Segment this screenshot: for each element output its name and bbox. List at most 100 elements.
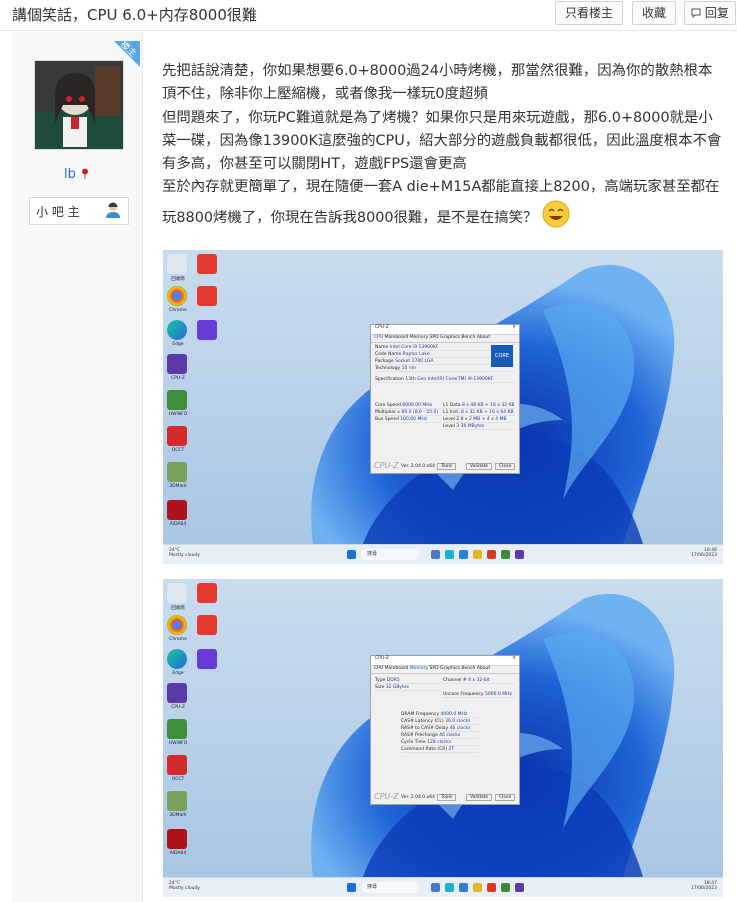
tab-spd[interactable]: SPD [430, 335, 439, 340]
weather-widget[interactable]: 24°C Mostly cloudy [169, 881, 200, 891]
taskbar-search[interactable]: 搜尋 [361, 882, 419, 893]
taskbar-app-icon[interactable] [515, 550, 524, 559]
cpuz-version: Ver. 2.04.0.x64 [401, 464, 435, 469]
taskbar-app-icon[interactable] [431, 883, 440, 892]
timing-row: Cycle Time 128 clocks [401, 740, 479, 746]
cpuz-window[interactable]: CPU-Z ✕ CPU Mainboard Memory SPD Graphics… [370, 324, 520, 474]
screenshot-cpu-tab[interactable]: 回收筒 Chrome Edge CPU-Z HWiNFO OCCT 3DMark… [163, 250, 723, 564]
author-name[interactable]: lb [12, 167, 142, 182]
taskbar-clock: 18:47 17/06/2023 [691, 881, 717, 891]
desktop-icon-label: Chrome [169, 308, 187, 313]
tools-button[interactable]: Tools [437, 463, 457, 470]
occt-icon[interactable] [167, 755, 187, 775]
avatar[interactable] [34, 60, 124, 150]
tab-memory[interactable]: Memory [410, 335, 428, 340]
validate-button[interactable]: Validate [466, 794, 493, 801]
cpuz-brand: CPU-Z [374, 792, 399, 801]
post-paragraph: 至於內存就更簡單了，現在隨便一套A die+M15A都能直接上8200，高端玩家… [162, 179, 720, 228]
tab-graphics[interactable]: Graphics [440, 666, 460, 671]
edge-icon[interactable] [167, 649, 187, 669]
tab-cpu[interactable]: CPU [374, 335, 383, 340]
validate-button[interactable]: Validate [466, 463, 493, 470]
taskbar: 24°C Mostly cloudy 搜尋 18:47 17/06/2023 [163, 877, 723, 897]
pdf-icon[interactable] [197, 583, 217, 603]
taskbar-app-icon[interactable] [473, 883, 482, 892]
chrome-icon[interactable] [167, 286, 187, 306]
taskbar-app-icon[interactable] [487, 550, 496, 559]
avatar-image [35, 61, 123, 149]
screenshot-memory-tab[interactable]: 回收筒 Chrome Edge CPU-Z HWiNFO OCCT 3DMark… [163, 579, 723, 897]
recycle-bin-icon[interactable] [167, 583, 187, 603]
asus-icon[interactable] [197, 320, 217, 340]
role-tag[interactable]: 小 吧 主 [29, 197, 129, 225]
close-button[interactable]: Close [495, 463, 516, 470]
taskbar-app-icon[interactable] [473, 550, 482, 559]
tab-bench[interactable]: Bench [461, 335, 475, 340]
field-row: Channel # 4 x 32-bit [443, 678, 515, 684]
timing-row: RAS# to CAS# Delay 46 clocks [401, 726, 479, 732]
author-name-text: lb [63, 167, 76, 182]
start-icon[interactable] [347, 883, 356, 892]
asus-icon[interactable] [197, 649, 217, 669]
edge-icon[interactable] [167, 320, 187, 340]
post-paragraph: 但問題來了，你玩PC難道就是為了烤機？如果你只是用來玩遊戲，那6.0+8000就… [162, 109, 722, 173]
cpuz-desktop-icon[interactable] [167, 683, 187, 703]
aida64-icon[interactable] [167, 500, 187, 520]
hwinfo-icon[interactable] [167, 719, 187, 739]
only-op-button[interactable]: 只看楼主 [555, 1, 623, 25]
intel-core-logo: CORE [491, 345, 513, 367]
laugh-emoji-icon [542, 200, 570, 228]
recycle-bin-icon[interactable] [167, 254, 187, 274]
taskbar-app-icon[interactable] [459, 883, 468, 892]
3dmark-icon[interactable] [167, 462, 187, 482]
3dmark-icon[interactable] [167, 791, 187, 811]
taskbar-app-icon[interactable] [487, 883, 496, 892]
desktop: 回收筒 Chrome Edge CPU-Z HWiNFO OCCT 3DMark… [163, 250, 723, 544]
taskbar-app-icon[interactable] [431, 550, 440, 559]
tab-mainboard[interactable]: Mainboard [385, 666, 409, 671]
pdf-icon[interactable] [197, 615, 217, 635]
cpuz-brand: CPU-Z [374, 461, 399, 470]
taskbar-app-icon[interactable] [515, 883, 524, 892]
post-content: 先把話說清楚，你如果想要6.0+8000過24小時烤機，那當然很難，因為你的散熱… [162, 60, 724, 230]
weather-widget[interactable]: 24°C Mostly cloudy [169, 548, 200, 558]
cpuz-desktop-icon[interactable] [167, 354, 187, 374]
field-row: Specification 13th Gen Intel(R) Core(TM)… [375, 377, 515, 383]
taskbar-app-icon[interactable] [501, 883, 510, 892]
tab-about[interactable]: About [477, 666, 490, 671]
tab-cpu[interactable]: CPU [374, 666, 383, 671]
aida64-icon[interactable] [167, 829, 187, 849]
cpuz-title: CPU-Z [375, 325, 389, 330]
cache-row: L1 Data 8 x 48 KB + 16 x 32 KB [443, 403, 515, 409]
favorite-button[interactable]: 收藏 [632, 1, 676, 25]
tab-memory[interactable]: Memory [410, 666, 428, 671]
reply-button[interactable]: 回复 [684, 1, 736, 25]
close-icon[interactable]: ✕ [512, 325, 516, 330]
pdf-icon[interactable] [197, 254, 217, 274]
tab-spd[interactable]: SPD [430, 666, 439, 671]
cpuz-window[interactable]: CPU-Z ✕ CPU Mainboard Memory SPD Graphics… [370, 655, 520, 805]
start-icon[interactable] [347, 550, 356, 559]
field-row: Uncore Frequency 5000.0 MHz [443, 692, 515, 698]
tab-about[interactable]: About [477, 335, 490, 340]
role-label: 小 吧 主 [36, 205, 80, 219]
pdf-icon[interactable] [197, 286, 217, 306]
occt-icon[interactable] [167, 426, 187, 446]
desktop-icon-label: CPU-Z [171, 705, 185, 710]
taskbar-app-icon[interactable] [459, 550, 468, 559]
tab-bench[interactable]: Bench [461, 666, 475, 671]
taskbar-search[interactable]: 搜尋 [361, 549, 419, 560]
cpuz-titlebar: CPU-Z ✕ [371, 656, 519, 666]
chrome-icon[interactable] [167, 615, 187, 635]
rose-icon [82, 168, 88, 179]
reply-label: 回复 [704, 6, 729, 20]
tab-graphics[interactable]: Graphics [440, 335, 460, 340]
close-icon[interactable]: ✕ [512, 656, 516, 661]
tools-button[interactable]: Tools [437, 794, 457, 801]
tab-mainboard[interactable]: Mainboard [385, 335, 409, 340]
hwinfo-icon[interactable] [167, 390, 187, 410]
taskbar-app-icon[interactable] [445, 883, 454, 892]
close-button[interactable]: Close [495, 794, 516, 801]
taskbar-app-icon[interactable] [445, 550, 454, 559]
taskbar-app-icon[interactable] [501, 550, 510, 559]
